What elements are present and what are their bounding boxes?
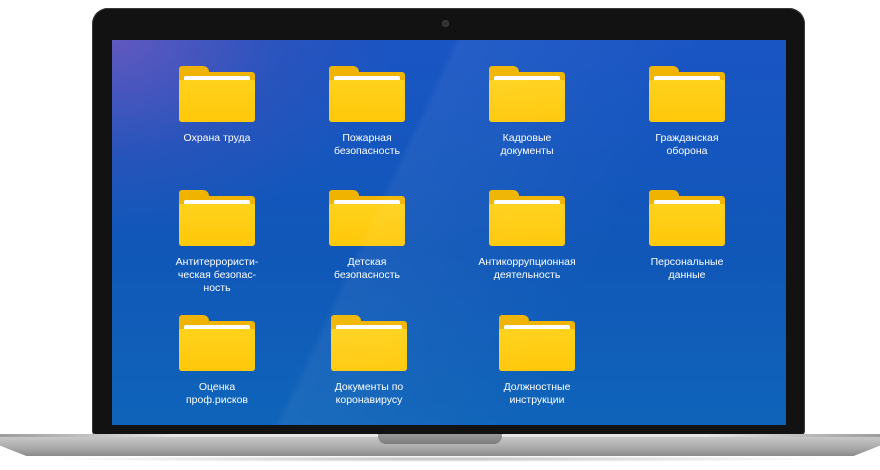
folder-okhrana-truda[interactable]: Охрана труда — [147, 66, 287, 145]
folder-antiterroristicheskaya-bezopasnost[interactable]: Антитеррористи- ческая безопас- ность — [147, 190, 287, 295]
folder-grazhdanskaya-oborona[interactable]: Гражданская оборона — [617, 66, 757, 158]
folder-icon — [179, 315, 255, 371]
folder-label: Персональные данные — [650, 256, 724, 281]
camera-icon — [442, 20, 449, 27]
folder-label: Документы по коронавирусу — [334, 381, 404, 406]
folder-pozharnaya-bezopasnost[interactable]: Пожарная безопасность — [297, 66, 437, 158]
folder-detskaya-bezopasnost[interactable]: Детская безопасность — [297, 190, 437, 282]
folder-icon — [331, 315, 407, 371]
folder-icon — [329, 66, 405, 122]
folder-kadrovye-dokumenty[interactable]: Кадровые документы — [457, 66, 597, 158]
folder-dolzhnostnye-instruktsii[interactable]: Должностные инструкции — [467, 315, 607, 407]
folder-label: Охрана труда — [183, 132, 251, 144]
folder-personalnye-dannye[interactable]: Персональные данные — [617, 190, 757, 282]
folder-label: Гражданская оборона — [655, 132, 719, 157]
folder-icon — [649, 190, 725, 246]
laptop-mockup: Охрана труда Пожарная безопасность Кадро… — [0, 0, 880, 470]
folder-icon — [179, 66, 255, 122]
folder-icon — [489, 190, 565, 246]
folder-icon — [179, 190, 255, 246]
desktop-screen: Охрана труда Пожарная безопасность Кадро… — [112, 40, 786, 425]
folder-dokumenty-po-koronavirusu[interactable]: Документы по коронавирусу — [299, 315, 439, 407]
folder-label: Антикоррупционная деятельность — [478, 256, 576, 281]
folder-label: Антитеррористи- ческая безопас- ность — [175, 256, 259, 294]
folder-antikorruptsionnaya-deyatelnost[interactable]: Антикоррупционная деятельность — [457, 190, 597, 282]
folder-otsenka-prof-riskov[interactable]: Оценка проф.рисков — [147, 315, 287, 407]
folder-label: Кадровые документы — [500, 132, 554, 157]
laptop-shadow — [40, 456, 840, 462]
folder-icon — [499, 315, 575, 371]
folder-label: Детская безопасность — [334, 256, 400, 281]
folder-label: Должностные инструкции — [503, 381, 571, 406]
folder-icon — [329, 190, 405, 246]
laptop-open-notch — [378, 434, 502, 444]
folder-label: Оценка проф.рисков — [185, 381, 248, 406]
folder-icon — [649, 66, 725, 122]
folder-icon — [489, 66, 565, 122]
folder-label: Пожарная безопасность — [334, 132, 400, 157]
